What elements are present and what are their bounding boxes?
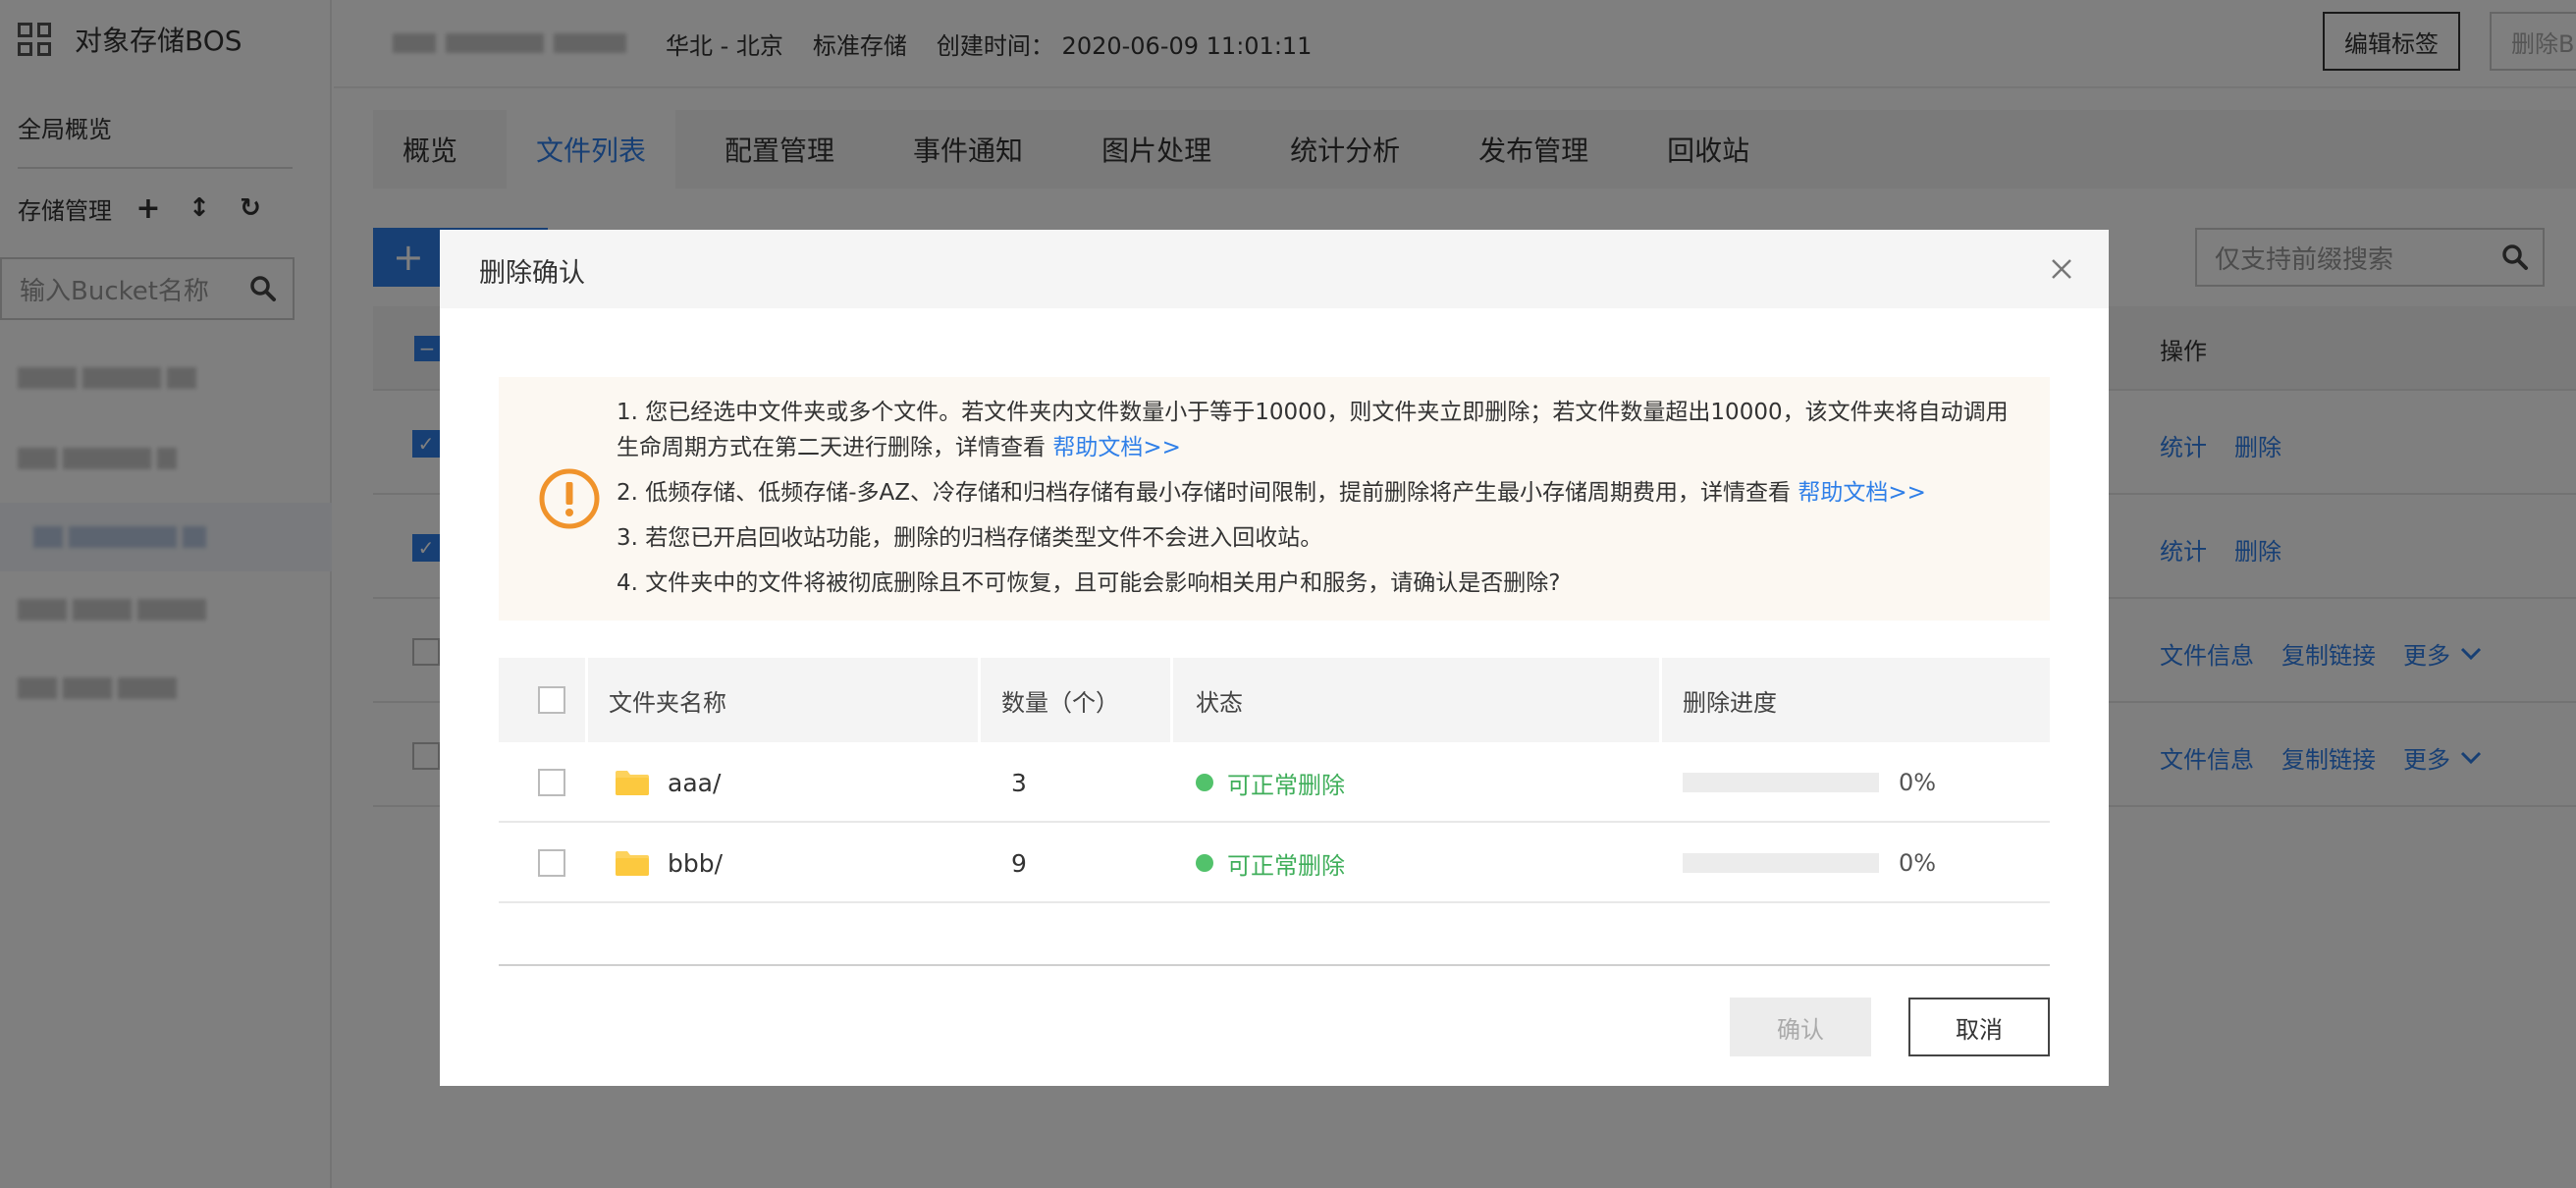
close-icon[interactable]	[2044, 251, 2079, 287]
confirm-button[interactable]: 确认	[1730, 998, 1871, 1056]
notice-line-2: 2. 低频存储、低频存储-多AZ、冷存储和归档存储有最小存储时间限制，提前删除将…	[617, 480, 1926, 506]
status-ok-icon	[1196, 854, 1213, 872]
col-status: 状态	[1196, 688, 1243, 717]
dialog-title: 删除确认	[479, 258, 585, 289]
row-checkbox[interactable]	[538, 769, 565, 796]
exclamation-circle-icon	[539, 468, 600, 529]
folder-name: bbb/	[668, 848, 724, 878]
select-all-checkbox[interactable]	[538, 686, 565, 714]
folder-status: 可正常删除	[1227, 851, 1345, 880]
delete-progress-bar	[1683, 773, 1879, 792]
folder-table: 文件夹名称 数量（个） 状态 删除进度 aaa/ 3 可正常删除 0% bbb/…	[499, 658, 2050, 903]
folder-table-header: 文件夹名称 数量（个） 状态 删除进度	[499, 658, 2050, 742]
table-row: bbb/ 9 可正常删除 0%	[499, 823, 2050, 903]
warning-notice: 1. 您已经选中文件夹或多个文件。若文件夹内文件数量小于等于10000，则文件夹…	[499, 377, 2050, 621]
notice-line-1: 1. 您已经选中文件夹或多个文件。若文件夹内文件数量小于等于10000，则文件夹…	[617, 400, 2009, 460]
col-folder-name: 文件夹名称	[609, 688, 726, 717]
folder-status: 可正常删除	[1227, 771, 1345, 799]
folder-icon	[616, 771, 649, 795]
table-row: aaa/ 3 可正常删除 0%	[499, 742, 2050, 823]
cancel-button[interactable]: 取消	[1908, 998, 2050, 1056]
progress-percent: 0%	[1899, 849, 1937, 877]
notice-line-4: 4. 文件夹中的文件将被彻底删除且不可恢复，且可能会影响相关用户和服务，请确认是…	[617, 570, 1561, 596]
help-doc-link[interactable]: 帮助文档>>	[1052, 435, 1181, 460]
dialog-header: 删除确认	[440, 230, 2109, 308]
col-count: 数量（个）	[1001, 688, 1119, 717]
col-progress: 删除进度	[1683, 688, 1777, 717]
progress-percent: 0%	[1899, 769, 1937, 796]
notice-line-3: 3. 若您已开启回收站功能，删除的归档存储类型文件不会进入回收站。	[617, 525, 1323, 551]
delete-confirm-dialog: 删除确认 1. 您已经选中文件夹或多个文件。若文件夹内文件数量小于等于10000…	[440, 230, 2109, 1086]
status-ok-icon	[1196, 774, 1213, 791]
folder-count: 3	[1011, 768, 1027, 797]
folder-name: aaa/	[668, 768, 722, 797]
dialog-footer-divider	[499, 964, 2050, 966]
row-checkbox[interactable]	[538, 849, 565, 877]
folder-count: 9	[1011, 848, 1027, 878]
help-doc-link[interactable]: 帮助文档>>	[1798, 480, 1926, 506]
delete-progress-bar	[1683, 853, 1879, 873]
folder-icon	[616, 851, 649, 876]
